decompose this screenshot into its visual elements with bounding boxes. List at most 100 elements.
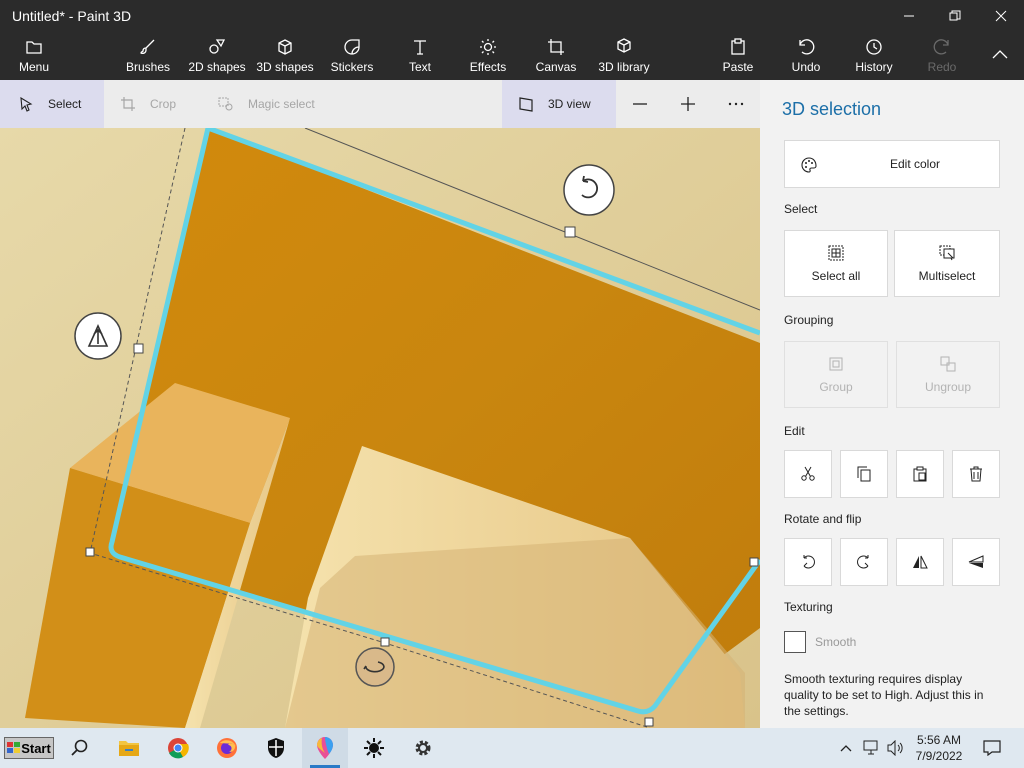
security-app-button[interactable] [253,728,299,768]
tool-bar: Select Crop Magic select 3D view [0,80,760,128]
undo-icon [799,39,815,55]
brightness-app-button[interactable] [351,728,397,768]
select-tool[interactable]: Select [0,80,104,128]
stickers-label: Stickers [330,60,374,74]
zoom-out-button[interactable] [630,80,650,128]
clock[interactable]: 5:56 AM 7/9/2022 [912,732,966,764]
canvas-label: Canvas [535,60,577,74]
shapes-2d-button[interactable]: 2D shapes [186,38,248,78]
plus-icon [681,97,695,111]
clipboard-icon [913,466,927,482]
firefox-button[interactable] [204,728,250,768]
texturing-heading: Texturing [784,600,833,614]
notification-icon [983,740,1001,756]
magic-select-icon [218,97,233,111]
more-options-button[interactable] [726,80,746,128]
chrome-button[interactable] [155,728,201,768]
history-icon [866,39,882,55]
paint3d-icon [317,737,333,759]
zoom-in-button[interactable] [678,80,698,128]
canvas-icon [548,39,564,55]
ellipsis-icon [728,102,744,106]
clock-time: 5:56 AM [916,733,962,747]
firefox-icon [217,738,237,758]
group-button[interactable]: Group [784,341,888,408]
restore-button[interactable] [932,0,978,32]
clock-date: 7/9/2022 [915,749,963,763]
show-hidden-icons-button[interactable] [836,728,856,768]
file-explorer-button[interactable] [106,728,152,768]
history-button[interactable]: History [852,38,896,78]
handle-bottom-right[interactable] [644,717,654,727]
notifications-button[interactable] [978,728,1006,768]
folder-icon [26,41,42,54]
scene-3d[interactable] [0,128,760,728]
shield-icon [268,738,284,758]
cursor-arrow-icon [20,96,33,112]
canvas-button[interactable]: Canvas [534,38,578,78]
brushes-button[interactable]: Brushes [124,38,172,78]
handle-right[interactable] [749,557,759,567]
brush-icon [140,39,155,55]
close-button[interactable] [978,0,1024,32]
minimize-button[interactable] [886,0,932,32]
drawing-canvas[interactable] [0,128,760,728]
effects-button[interactable]: Effects [466,38,510,78]
rotate-x-gizmo[interactable] [563,164,615,216]
paste-panel-button[interactable] [896,450,944,498]
library-3d-button[interactable]: 3D library [596,38,652,78]
settings-button[interactable] [400,728,446,768]
rotate-z-gizmo[interactable] [355,647,395,687]
minimize-icon [904,15,914,17]
stickers-button[interactable]: Stickers [328,38,376,78]
select-all-button[interactable]: Select all [784,230,888,297]
redo-button[interactable]: Redo [924,38,960,78]
paint3d-taskbar-button[interactable] [302,728,348,768]
rotate-right-button[interactable] [840,538,888,586]
handle-bottom-left[interactable] [85,547,95,557]
select-heading: Select [784,202,818,216]
rotate-right-icon [857,555,869,569]
network-button[interactable] [860,728,884,768]
copy-button[interactable] [840,450,888,498]
chevron-up-icon [992,50,1008,59]
smooth-checkbox[interactable] [784,631,806,653]
menu-button[interactable]: Menu [14,38,54,78]
chevron-up-icon [840,745,852,752]
paste-button[interactable]: Paste [718,38,758,78]
magic-select-tool[interactable]: Magic select [218,80,315,128]
undo-button[interactable]: Undo [786,38,826,78]
handle-top[interactable] [564,226,576,238]
brushes-label: Brushes [125,60,171,74]
smooth-note: Smooth texturing requires display qualit… [784,672,984,718]
shapes-2d-label: 2D shapes [188,60,246,74]
shapes-3d-label: 3D shapes [256,60,314,74]
folder-icon [119,741,139,756]
main-ribbon: Menu Brushes 2D shapes 3D shapes Sticker… [0,32,1024,80]
rotate-flip-heading: Rotate and flip [784,512,862,526]
view-3d-button[interactable]: 3D view [502,80,616,128]
handle-left[interactable] [133,343,144,354]
edit-color-button[interactable]: Edit color [784,140,1000,188]
text-label: Text [408,60,431,74]
cut-button[interactable] [784,450,832,498]
text-button[interactable]: Text [400,38,440,78]
start-button[interactable]: Start [4,737,54,759]
multiselect-button[interactable]: Multiselect [894,230,1000,297]
delete-button[interactable] [952,450,1000,498]
cube-icon [278,39,292,55]
restore-icon [949,10,961,21]
shapes-3d-button[interactable]: 3D shapes [254,38,316,78]
flip-vertical-button[interactable] [952,538,1000,586]
ungroup-button[interactable]: Ungroup [896,341,1000,408]
volume-button[interactable] [884,728,908,768]
rotate-left-icon [803,555,815,569]
rotate-left-button[interactable] [784,538,832,586]
crop-tool[interactable]: Crop [120,80,176,128]
gear-icon [415,740,431,756]
flip-horizontal-button[interactable] [896,538,944,586]
search-button[interactable] [60,728,100,768]
handle-bottom[interactable] [380,637,390,647]
flip-horizontal-icon [913,555,928,569]
move-z-gizmo[interactable] [74,312,122,360]
